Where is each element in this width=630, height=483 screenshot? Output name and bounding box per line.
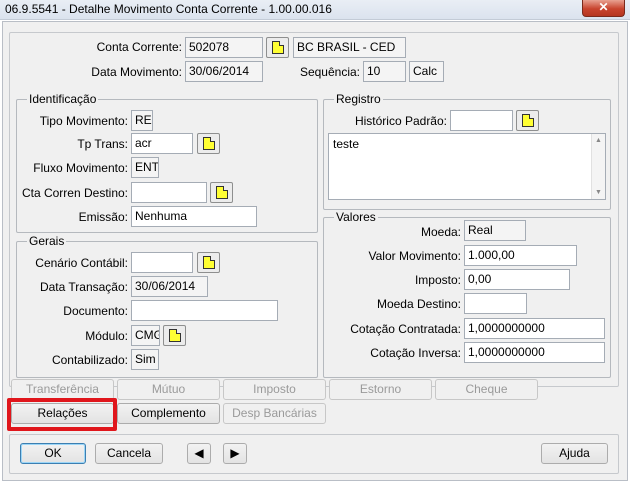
cancela-button[interactable]: Cancela — [95, 443, 163, 464]
cta-corren-destino-label: Cta Corren Destino: — [21, 186, 128, 200]
ok-button[interactable]: OK — [20, 443, 86, 464]
cta-corren-destino-lookup-button[interactable] — [210, 182, 233, 203]
cotacao-contratada-field[interactable]: 1,0000000000 — [464, 318, 605, 339]
data-transacao-label: Data Transação: — [39, 280, 128, 294]
fluxo-movimento-field[interactable]: ENT — [131, 157, 159, 178]
fluxo-movimento-label: Fluxo Movimento: — [33, 161, 128, 175]
sequencia-field[interactable]: 10 — [363, 61, 406, 82]
gerais-legend: Gerais — [27, 234, 67, 248]
cheque-button[interactable]: Cheque — [435, 379, 538, 400]
documento-field[interactable] — [131, 300, 278, 321]
ajuda-button[interactable]: Ajuda — [541, 443, 608, 464]
imposto-button[interactable]: Imposto — [223, 379, 326, 400]
note-icon — [203, 256, 215, 269]
identificacao-legend: Identificação — [27, 92, 99, 106]
complemento-button[interactable]: Complemento — [117, 403, 220, 424]
title-bar: 06.9.5541 - Detalhe Movimento Conta Corr… — [0, 0, 630, 20]
main-panel: Conta Corrente: 502078 BC BRASIL - CED D… — [9, 32, 619, 387]
scroll-up-icon[interactable]: ▲ — [592, 137, 605, 144]
relacoes-highlight — [7, 398, 117, 431]
contabilizado-label: Contabilizado: — [51, 353, 128, 367]
valor-movimento-field[interactable]: 1.000,00 — [464, 245, 577, 266]
registro-text: teste — [333, 137, 360, 151]
conta-corrente-lookup-button[interactable] — [266, 37, 289, 58]
conta-corrente-label: Conta Corrente: — [96, 40, 182, 54]
imposto-label: Imposto: — [414, 273, 461, 287]
historico-padrao-label: Histórico Padrão: — [354, 114, 447, 128]
tp-trans-label: Tp Trans: — [77, 137, 128, 151]
moeda-destino-field[interactable] — [464, 293, 527, 314]
cenario-contabil-field[interactable] — [131, 252, 193, 273]
moeda-label: Moeda: — [420, 225, 461, 239]
moeda-field[interactable]: Real — [464, 220, 526, 241]
note-icon — [203, 137, 215, 150]
mutuo-button[interactable]: Mútuo — [117, 379, 220, 400]
documento-label: Documento: — [63, 304, 128, 318]
historico-padrao-field[interactable] — [450, 110, 513, 131]
emissao-select[interactable]: Nenhuma — [131, 206, 257, 227]
data-movimento-label: Data Movimento: — [91, 65, 182, 79]
cenario-contabil-lookup-button[interactable] — [197, 252, 220, 273]
next-record-button[interactable]: ▶ — [223, 443, 247, 464]
estorno-button[interactable]: Estorno — [329, 379, 432, 400]
cotacao-contratada-label: Cotação Contratada: — [350, 322, 461, 336]
registro-legend: Registro — [334, 92, 383, 106]
tp-trans-field[interactable]: acr — [131, 133, 193, 154]
emissao-label: Emissão: — [78, 210, 128, 224]
moeda-destino-label: Moeda Destino: — [376, 297, 461, 311]
note-icon — [216, 186, 228, 199]
note-icon — [272, 41, 284, 54]
dialog-window: Conta Corrente: 502078 BC BRASIL - CED D… — [2, 21, 628, 481]
registro-scrollbar[interactable]: ▲ ▼ — [591, 134, 605, 199]
note-icon — [522, 114, 534, 127]
tp-trans-lookup-button[interactable] — [197, 133, 220, 154]
modulo-field[interactable]: CMG — [131, 325, 160, 346]
conta-corrente-description: BC BRASIL - CED — [293, 37, 406, 58]
valores-legend: Valores — [334, 210, 378, 224]
modulo-lookup-button[interactable] — [163, 325, 186, 346]
registro-textarea[interactable]: teste ▲ ▼ — [328, 133, 606, 200]
scroll-down-icon[interactable]: ▼ — [592, 189, 605, 196]
sequencia-label: Sequência: — [299, 65, 360, 79]
contabilizado-field[interactable]: Sim — [131, 349, 159, 370]
tipo-movimento-label: Tipo Movimento: — [39, 114, 128, 128]
window-title: 06.9.5541 - Detalhe Movimento Conta Corr… — [5, 2, 332, 16]
conta-corrente-field[interactable]: 502078 — [185, 37, 263, 58]
cotacao-inversa-field[interactable]: 1,0000000000 — [464, 342, 605, 363]
cotacao-inversa-label: Cotação Inversa: — [370, 346, 461, 360]
transferencia-button[interactable]: Transferência — [11, 379, 114, 400]
cta-corren-destino-field[interactable] — [131, 182, 207, 203]
historico-padrao-lookup-button[interactable] — [516, 110, 539, 131]
close-button[interactable]: ✕ — [582, 0, 625, 17]
note-icon — [169, 329, 181, 342]
tipo-movimento-field[interactable]: RE — [131, 110, 153, 131]
modulo-label: Módulo: — [85, 329, 128, 343]
cenario-contabil-label: Cenário Contábil: — [35, 256, 128, 270]
data-movimento-field[interactable]: 30/06/2014 — [185, 61, 263, 82]
calc-field[interactable]: Calc — [409, 61, 444, 82]
data-transacao-field[interactable]: 30/06/2014 — [131, 276, 208, 297]
valor-movimento-label: Valor Movimento: — [368, 249, 461, 263]
previous-record-button[interactable]: ◀ — [187, 443, 211, 464]
desp-bancarias-button[interactable]: Desp Bancárias — [223, 403, 326, 424]
imposto-field[interactable]: 0,00 — [464, 269, 570, 290]
